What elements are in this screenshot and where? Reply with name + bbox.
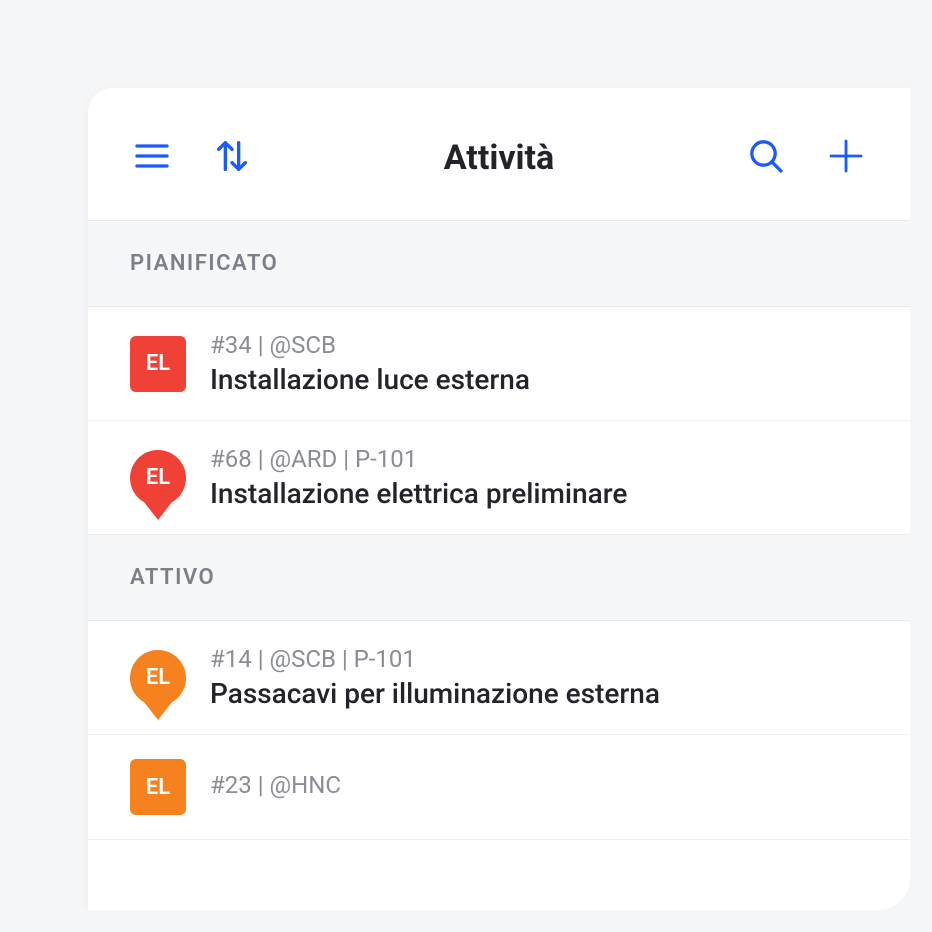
task-badge: EL — [130, 759, 186, 815]
header-right — [744, 136, 868, 180]
task-item[interactable]: EL #14 | @SCB | P-101 Passacavi per illu… — [88, 621, 910, 735]
sort-button[interactable] — [210, 136, 254, 180]
task-meta: #68 | @ARD | P-101 — [210, 445, 627, 473]
plus-icon — [826, 136, 866, 180]
section-header-pianificato: PIANIFICATO — [88, 221, 910, 307]
add-button[interactable] — [824, 136, 868, 180]
header-left — [130, 136, 254, 180]
task-item[interactable]: EL #34 | @SCB Installazione luce esterna — [88, 307, 910, 421]
task-item[interactable]: EL #23 | @HNC — [88, 735, 910, 840]
page-title: Attività — [254, 138, 744, 178]
section-header-attivo: ATTIVO — [88, 535, 910, 621]
task-title: Installazione luce esterna — [210, 363, 530, 396]
task-meta: #34 | @SCB — [210, 331, 530, 359]
outer-container: Attività — [22, 22, 910, 910]
task-meta: #23 | @HNC — [210, 771, 341, 799]
header: Attività — [88, 88, 910, 221]
task-badge: EL — [130, 336, 186, 392]
task-content: #68 | @ARD | P-101 Installazione elettri… — [210, 445, 627, 510]
task-meta: #14 | @SCB | P-101 — [210, 645, 660, 673]
hamburger-icon — [132, 136, 172, 180]
task-content: #14 | @SCB | P-101 Passacavi per illumin… — [210, 645, 660, 710]
sort-icon — [212, 136, 252, 180]
task-badge-pin: EL — [130, 450, 186, 506]
task-title: Installazione elettrica preliminare — [210, 477, 627, 510]
task-content: #23 | @HNC — [210, 771, 341, 803]
menu-button[interactable] — [130, 136, 174, 180]
search-icon — [746, 136, 786, 180]
search-button[interactable] — [744, 136, 788, 180]
task-item[interactable]: EL #68 | @ARD | P-101 Installazione elet… — [88, 421, 910, 535]
task-badge-pin: EL — [130, 650, 186, 706]
task-title: Passacavi per illuminazione esterna — [210, 677, 660, 710]
task-content: #34 | @SCB Installazione luce esterna — [210, 331, 530, 396]
app-card: Attività — [88, 88, 910, 910]
